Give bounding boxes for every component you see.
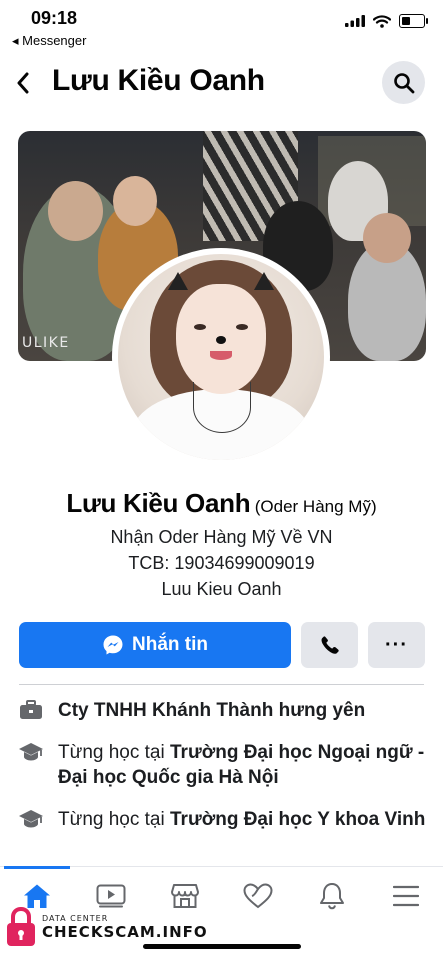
battery-icon bbox=[399, 14, 428, 28]
graduation-cap-icon bbox=[19, 743, 43, 761]
dating-heart-icon bbox=[243, 883, 273, 909]
profile-name-line: Lưu Kiều Oanh (Oder Hàng Mỹ) bbox=[0, 488, 443, 519]
nav-tab-notifications[interactable] bbox=[295, 867, 369, 925]
home-indicator[interactable] bbox=[143, 944, 301, 949]
detail-education: Từng học tại Trường Đại học Y khoa Vinh bbox=[18, 807, 428, 832]
detail-value[interactable]: Trường Đại học Y khoa Vinh bbox=[170, 809, 425, 830]
divider bbox=[19, 684, 424, 685]
message-button-label: Nhắn tin bbox=[132, 634, 208, 655]
detail-work: Cty TNHH Khánh Thành hưng yên bbox=[18, 698, 428, 723]
watermark: DATA CENTER CHECKSCAM.INFO bbox=[4, 905, 208, 949]
wifi-icon bbox=[373, 14, 391, 28]
profile-picture[interactable] bbox=[112, 248, 330, 466]
detail-prefix: Từng học tại bbox=[58, 742, 170, 763]
nav-tab-dating[interactable] bbox=[221, 867, 295, 925]
status-icons bbox=[345, 14, 428, 28]
search-button[interactable] bbox=[382, 61, 425, 104]
back-button[interactable] bbox=[8, 66, 38, 100]
graduation-cap-icon bbox=[19, 810, 43, 828]
detail-education: Từng học tại Trường Đại học Ngoại ngữ - … bbox=[18, 740, 428, 790]
status-time: 09:18 bbox=[31, 8, 78, 28]
cover-watermark: ULIKE bbox=[22, 335, 70, 351]
messenger-icon bbox=[103, 635, 123, 655]
bio-line: Nhận Oder Hàng Mỹ Về VN bbox=[110, 527, 333, 547]
watermark-line1: DATA CENTER bbox=[42, 913, 109, 923]
page-title: Lưu Kiều Oanh bbox=[52, 64, 265, 97]
signal-icon bbox=[345, 15, 365, 27]
phone-icon bbox=[321, 636, 339, 654]
profile-alt-name: (Oder Hàng Mỹ) bbox=[254, 497, 377, 516]
watermark-line2: CHECKSCAM.INFO bbox=[42, 922, 208, 941]
menu-icon bbox=[393, 885, 420, 907]
bio-line: Luu Kieu Oanh bbox=[161, 579, 282, 599]
nav-tab-menu[interactable] bbox=[369, 867, 443, 925]
back-to-messenger[interactable]: ◂ Messenger bbox=[12, 33, 86, 49]
search-icon bbox=[393, 72, 414, 93]
more-options-button[interactable]: ··· bbox=[368, 622, 425, 668]
profile-name: Lưu Kiều Oanh bbox=[66, 488, 251, 518]
detail-value[interactable]: Cty TNHH Khánh Thành hưng yên bbox=[58, 700, 365, 721]
detail-prefix: Từng học tại bbox=[58, 809, 170, 830]
briefcase-icon bbox=[20, 700, 42, 719]
bell-icon bbox=[320, 883, 345, 910]
chevron-left-icon bbox=[17, 72, 29, 94]
lock-icon bbox=[7, 906, 35, 946]
call-button[interactable] bbox=[301, 622, 358, 668]
bio-line: TCB: 19034699009019 bbox=[128, 553, 315, 573]
message-button[interactable]: Nhắn tin bbox=[19, 622, 291, 668]
